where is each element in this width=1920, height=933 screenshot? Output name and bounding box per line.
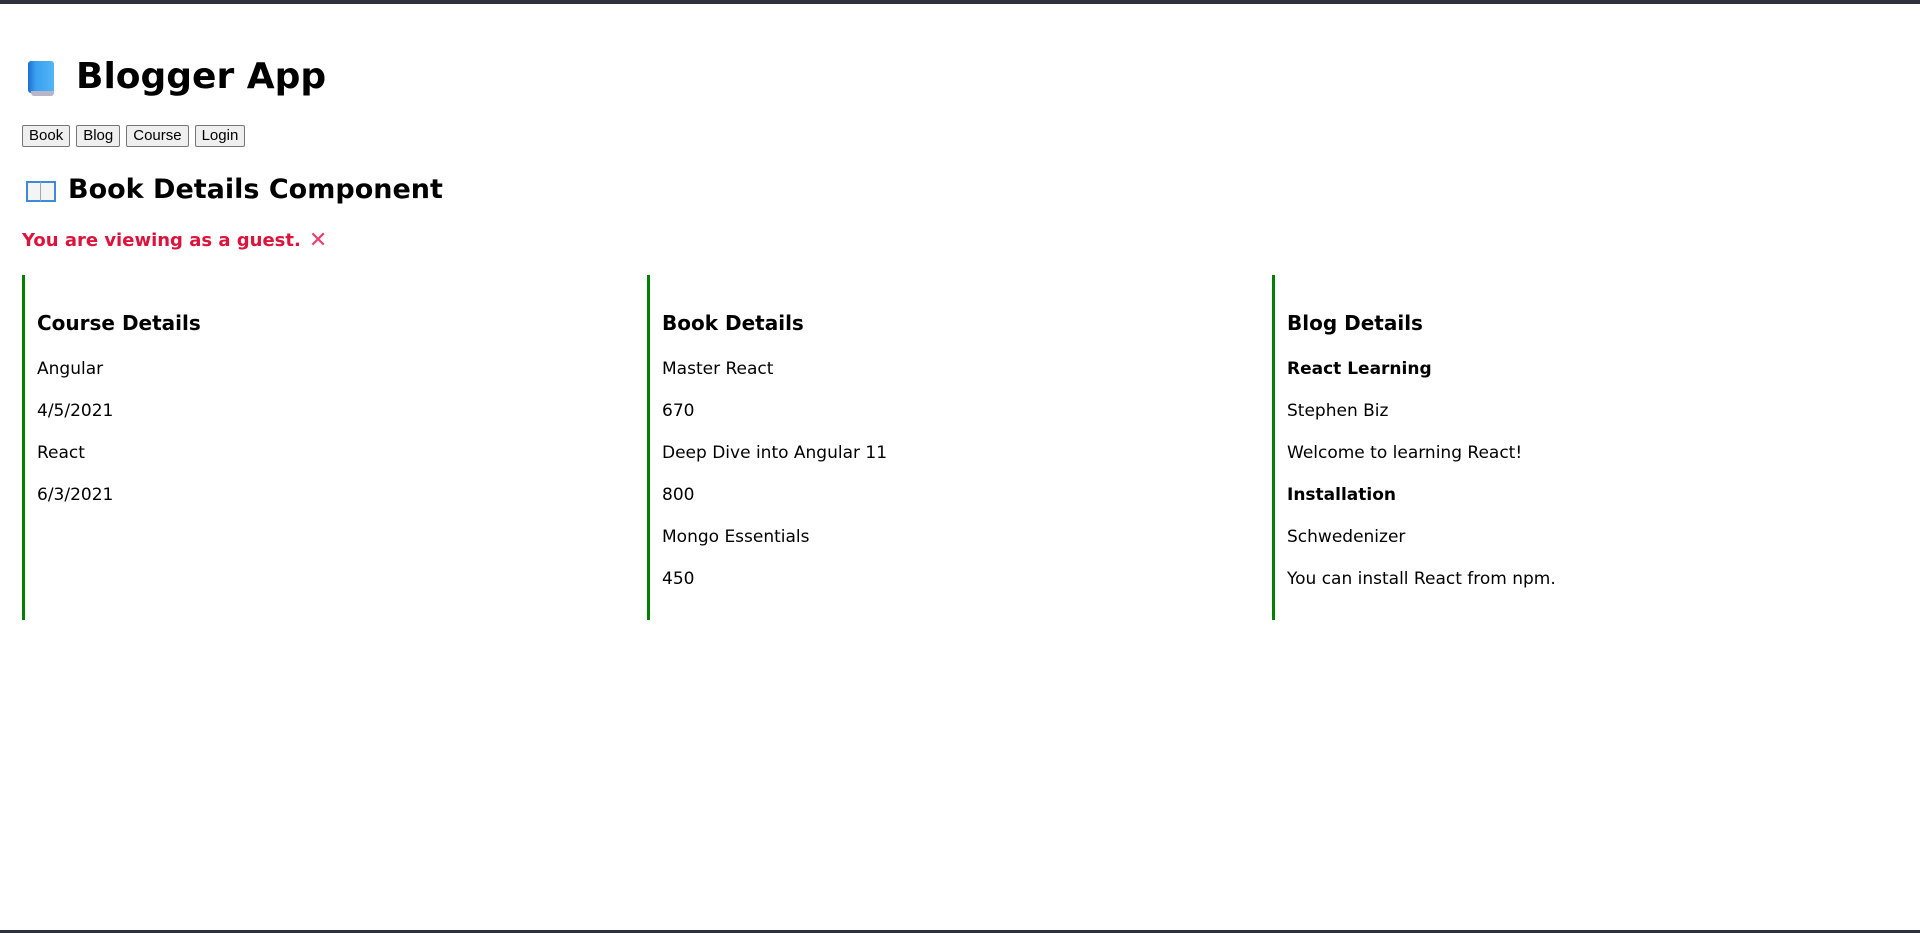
course-name: React — [37, 443, 85, 463]
book-button[interactable]: Book — [22, 125, 71, 147]
book-price: 800 — [662, 485, 695, 505]
course-name: Angular — [37, 359, 104, 379]
blog-author: Stephen Biz — [1287, 401, 1389, 421]
blog-button[interactable]: Blog — [76, 125, 121, 147]
course-details-heading: Course Details — [37, 311, 201, 335]
book-name: Deep Dive into Angular 11 — [662, 443, 888, 463]
blog-list: React Learning Stephen Biz Welcome to le… — [1287, 357, 1556, 609]
book-price: 450 — [662, 569, 695, 589]
book-list: Master React 670 Deep Dive into Angular … — [662, 357, 887, 609]
app-title: Blogger App — [26, 52, 326, 102]
nav-bar: Book Blog Course Login — [22, 125, 246, 147]
book-details-panel: Book Details Master React 670 Deep Dive … — [647, 275, 1272, 620]
guest-message-text: You are viewing as a guest. — [22, 230, 301, 251]
window-top-border — [0, 0, 1920, 4]
login-button[interactable]: Login — [194, 125, 246, 147]
course-details-panel: Course Details Angular 4/5/2021 React 6/… — [22, 275, 647, 620]
course-date: 4/5/2021 — [37, 401, 114, 421]
component-title-text: Book Details Component — [68, 174, 443, 205]
blog-details-panel: Blog Details React Learning Stephen Biz … — [1272, 275, 1902, 620]
book-details-heading: Book Details — [662, 311, 804, 335]
cross-mark-icon: ✕ — [308, 227, 328, 253]
book-name: Mongo Essentials — [662, 527, 810, 547]
app-title-text: Blogger App — [76, 56, 327, 97]
component-title: Book Details Component — [26, 170, 443, 210]
blog-author: Schwedenizer — [1287, 527, 1406, 547]
details-columns: Course Details Angular 4/5/2021 React 6/… — [22, 275, 1902, 620]
course-date: 6/3/2021 — [37, 485, 114, 505]
book-price: 670 — [662, 401, 695, 421]
blog-content: You can install React from npm. — [1287, 569, 1556, 589]
blog-title: Installation — [1287, 485, 1397, 505]
blue-book-icon — [26, 59, 56, 96]
book-name: Master React — [662, 359, 774, 379]
course-list: Angular 4/5/2021 React 6/3/2021 — [37, 357, 113, 525]
course-button[interactable]: Course — [126, 125, 189, 147]
open-book-icon — [26, 179, 56, 202]
blog-title: React Learning — [1287, 359, 1432, 379]
guest-message: You are viewing as a guest. ✕ — [22, 227, 328, 253]
blog-content: Welcome to learning React! — [1287, 443, 1523, 463]
blog-details-heading: Blog Details — [1287, 311, 1423, 335]
